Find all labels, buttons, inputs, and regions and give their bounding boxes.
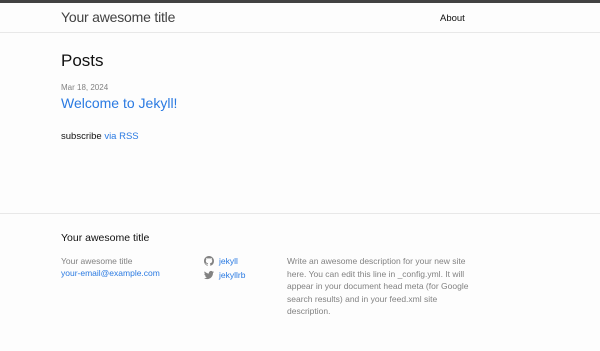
social-item-twitter[interactable]: jekyllrb (204, 268, 245, 282)
social-twitter-label[interactable]: jekyllrb (219, 268, 245, 282)
social-item-github[interactable]: jekyll (204, 254, 245, 268)
post-title-link[interactable]: Welcome to Jekyll! (61, 95, 177, 111)
site-title-link[interactable]: Your awesome title (61, 9, 175, 25)
page-heading: Posts (61, 51, 104, 70)
site-header: Your awesome title About (0, 0, 600, 33)
footer-description: Write an awesome description for your ne… (287, 256, 469, 316)
twitter-icon (204, 270, 214, 280)
rss-link[interactable]: via RSS (104, 131, 138, 142)
github-icon (204, 256, 214, 266)
footer-heading: Your awesome title (61, 232, 150, 244)
post-date: Mar 18, 2024 (61, 83, 109, 92)
site-footer: Your awesome title Your awesome title yo… (0, 213, 600, 351)
social-github-label[interactable]: jekyll (219, 254, 238, 268)
rss-subscribe: subscribe via RSS (61, 131, 139, 142)
nav-link-about[interactable]: About (440, 13, 465, 24)
footer-contact: Your awesome title your-email@example.co… (61, 255, 160, 279)
footer-email-link[interactable]: your-email@example.com (61, 268, 160, 278)
rss-prefix: subscribe (61, 131, 105, 142)
footer-contact-name: Your awesome title (61, 256, 133, 266)
social-list: jekyll jekyllrb (204, 254, 245, 282)
